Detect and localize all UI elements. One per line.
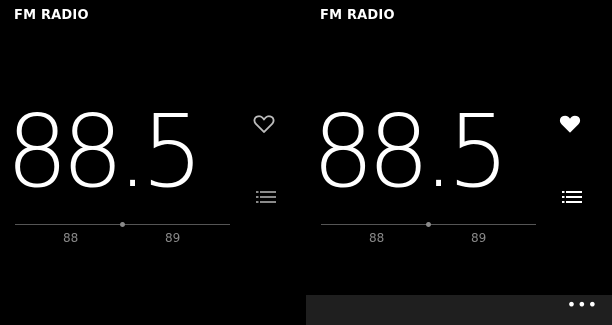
station-list-button[interactable]	[562, 190, 584, 206]
radio-screen-favorited: FM RADIO 88.5 88 89 •••	[306, 0, 612, 325]
favorite-button[interactable]	[559, 114, 581, 134]
tuner-tick-label: 88	[63, 231, 79, 245]
station-list-button[interactable]	[256, 190, 278, 206]
more-options-button[interactable]: •••	[567, 297, 598, 313]
favorite-button[interactable]	[253, 114, 275, 134]
app-title: FM RADIO	[320, 8, 395, 23]
frequency-display: 88.5	[6, 93, 204, 210]
heart-outline-icon	[253, 115, 275, 133]
list-icon	[256, 191, 276, 203]
app-title: FM RADIO	[14, 8, 89, 23]
tuner-position-marker[interactable]	[120, 222, 125, 227]
tuner-position-marker[interactable]	[426, 222, 431, 227]
tuner-tick-label: 88	[369, 231, 385, 245]
tuner-tick-label: 89	[471, 231, 487, 245]
app-bar: •••	[306, 295, 612, 325]
tuner-tick-label: 89	[165, 231, 181, 245]
heart-filled-icon	[559, 115, 581, 133]
radio-screen-unfavorited: FM RADIO 88.5 88 89	[0, 0, 306, 325]
frequency-display: 88.5	[312, 93, 510, 210]
list-icon	[562, 191, 582, 203]
